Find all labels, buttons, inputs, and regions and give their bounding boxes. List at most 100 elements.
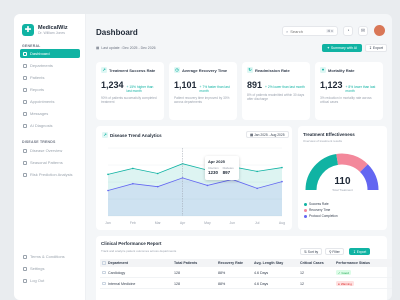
sidebar-item-label: Log Out	[30, 278, 45, 283]
calendar-icon	[23, 99, 27, 104]
legend-item: Protocol Completion	[304, 214, 338, 218]
gauge-segment[interactable]	[336, 153, 368, 173]
data-point	[107, 173, 109, 176]
sidebar-item-appointments[interactable]: Appointments	[20, 97, 80, 106]
brand: ✚ MedicalWiz Dr. William Jones	[22, 24, 68, 36]
date-range-label: Jan 2025 - Aug 2025	[254, 132, 285, 137]
table-export-button[interactable]: ↧ Export	[349, 248, 371, 255]
sidebar-item-label: Risk Prediction Analysis	[30, 172, 73, 177]
tooltip-b-value: 897	[222, 170, 231, 175]
kpi-description: 3% reduction in mortality rate across cr…	[320, 96, 372, 105]
sidebar-item-settings[interactable]: Settings	[20, 264, 80, 273]
kpi-value: 1,123	[320, 80, 343, 90]
legend-label: Protocol Completion	[309, 214, 338, 218]
chart-icon	[23, 148, 27, 153]
sidebar-item-disease-overview[interactable]: Disease Overview	[20, 146, 80, 155]
summary-ai-button[interactable]: ✦ Summary with AI	[322, 44, 362, 52]
kpi-card: ↻ Readmission Rate 891 + 2% lower than las…	[242, 62, 310, 120]
table-subtitle: Track and analyze patient outcomes acros…	[101, 249, 177, 253]
column-header[interactable]: Performance Status	[336, 261, 386, 265]
search-input[interactable]	[290, 28, 325, 34]
sidebar-item-label: Departments	[30, 63, 53, 68]
column-header[interactable]: Avg. Length Stay	[254, 261, 300, 265]
table-export-label: Export	[356, 249, 367, 254]
table-row[interactable]: Internal Medicine 128 88% 4.6 Days 12 ● W…	[100, 279, 392, 289]
main-content: Dashboard ⌕ ⌘ K ◔ ✉ ▦ Last update : Dec …	[86, 14, 392, 300]
sidebar-item-risk-prediction[interactable]: Risk Prediction Analysis	[20, 170, 80, 179]
calendar-icon: ▦	[250, 132, 254, 137]
x-tick-label: Jun	[229, 221, 235, 225]
data-point	[132, 167, 134, 170]
filter-button[interactable]: ⚲ Filter	[325, 248, 344, 255]
search-icon: ⌕	[286, 28, 289, 34]
last-update: ▦ Last update : Dec 2025 - Dec 2026	[96, 46, 156, 50]
select-all-checkbox[interactable]	[102, 261, 106, 265]
filter-label: Filter	[332, 249, 340, 254]
file-icon	[23, 87, 27, 92]
column-header[interactable]: Total Patients	[174, 261, 218, 265]
column-header[interactable]: Department	[108, 261, 174, 265]
chart-icon: ↗	[102, 132, 108, 138]
sidebar-item-logout[interactable]: Log Out	[20, 276, 80, 285]
status-badge: ● Warning	[336, 281, 354, 286]
x-tick-label: Mar	[155, 221, 162, 225]
sidebar-section-disease: DISEASE TRENDS	[22, 140, 56, 144]
bell-icon[interactable]: ◔	[343, 26, 353, 36]
cell-recovery: 88%	[218, 281, 226, 286]
kpi-change: + 2% lower than last month	[265, 85, 305, 89]
column-header[interactable]: Recovery Rate	[218, 261, 254, 265]
column-header[interactable]: Critical Cases	[300, 261, 336, 265]
status-label: Good	[341, 270, 349, 275]
sidebar-item-ai-diagnosis[interactable]: AI Diagnosis	[20, 121, 80, 130]
message-icon	[23, 111, 27, 116]
legend-dot	[304, 202, 307, 206]
download-icon: ↧	[353, 249, 356, 254]
legend-label: Success Rate	[309, 202, 329, 206]
sidebar-item-dashboard[interactable]: Dashboard	[20, 49, 80, 58]
status-badge: ✓ Good	[336, 270, 351, 275]
kpi-change: + 7% faster than last month	[199, 85, 230, 93]
trend-title-text: Disease Trend Analytics	[110, 132, 162, 138]
brand-logo-icon: ✚	[22, 24, 34, 36]
sidebar-item-patients[interactable]: Patients	[20, 73, 80, 82]
sidebar-item-reports[interactable]: Reports	[20, 85, 80, 94]
filter-icon: ⚲	[329, 249, 332, 254]
table-row[interactable]: Cardiology 128 88% 4.6 Days 12 ✓ Good	[100, 268, 392, 278]
row-checkbox[interactable]	[102, 281, 106, 286]
pulse-icon	[23, 172, 27, 177]
sidebar-item-seasonal-patterns[interactable]: Seasonal Patterns	[20, 158, 80, 167]
avatar[interactable]	[374, 25, 385, 36]
sidebar-item-label: Messages	[30, 111, 49, 116]
table-title: Clinical Performance Report	[101, 241, 162, 246]
gear-icon	[23, 266, 27, 271]
sidebar-item-label: Terms & Conditions	[30, 254, 65, 259]
download-icon: ↧	[368, 46, 372, 50]
app-frame: ✚ MedicalWiz Dr. William Jones GENERAL D…	[14, 14, 392, 300]
sort-button[interactable]: ⇅ Sort by	[300, 248, 323, 255]
mail-icon[interactable]: ✉	[358, 26, 368, 36]
search-box[interactable]: ⌕ ⌘ K	[282, 26, 338, 36]
table-header: Department Total Patients Recovery Rate …	[100, 259, 392, 267]
sidebar-item-departments[interactable]: Departments	[20, 61, 80, 70]
warning-icon: ●	[338, 281, 340, 286]
status-label: Warning	[340, 281, 352, 286]
export-button[interactable]: ↧ Export	[365, 44, 387, 52]
trend-chart[interactable]: Jan Feb Mar Apr May Jun Jul Aug	[100, 142, 288, 228]
data-point	[156, 172, 159, 175]
kpi-title: Mortality Rate	[328, 67, 355, 73]
sort-label: Sort by	[307, 249, 319, 254]
date-range-select[interactable]: ▦ Jan 2025 - Aug 2025	[246, 131, 289, 138]
data-point	[256, 187, 258, 190]
sidebar-item-terms[interactable]: Terms & Conditions	[20, 252, 80, 261]
sidebar-item-messages[interactable]: Messages	[20, 109, 80, 118]
sidebar-item-label: Appointments	[30, 99, 55, 104]
sidebar-item-label: Settings	[30, 266, 45, 271]
x-tick-label: Apr	[180, 221, 186, 225]
sparkle-icon	[23, 123, 27, 128]
legend-dot	[304, 214, 307, 218]
kpi-description: 90% of patients successfully completed t…	[101, 96, 157, 105]
kpi-title: Treatment Success Rate	[109, 67, 156, 73]
row-checkbox[interactable]	[102, 270, 106, 275]
kpi-card: ♥ Mortality Rate 1,123 + 8% lower than las…	[315, 62, 383, 120]
kpi-description: Patient recovery time improved by 30% ac…	[174, 96, 230, 105]
